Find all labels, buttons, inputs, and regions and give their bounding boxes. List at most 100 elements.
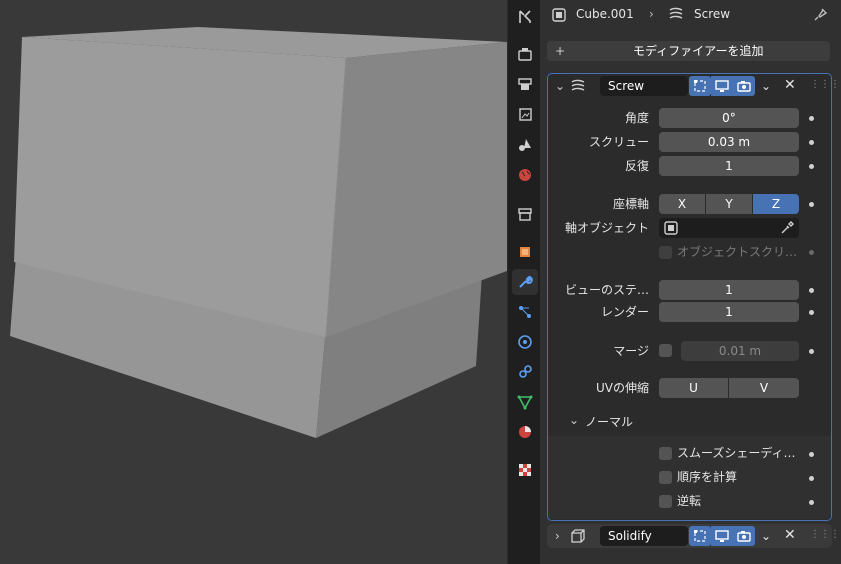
flip-label: 逆転 xyxy=(677,494,702,508)
3d-viewport[interactable] xyxy=(0,0,507,564)
tab-tool[interactable] xyxy=(512,4,538,30)
object-screw-label: オブジェクトスクリ… xyxy=(677,245,798,259)
keyframe-dot[interactable] xyxy=(809,116,814,121)
axis-z-button[interactable]: Z xyxy=(753,194,799,214)
axis-object-label: 軸オブジェクト xyxy=(564,221,649,235)
tab-collection[interactable] xyxy=(512,201,538,227)
render-steps-field[interactable]: 1 xyxy=(659,302,799,322)
material-icon xyxy=(519,426,531,438)
add-modifier-button[interactable]: + モディファイアーを追加 xyxy=(547,41,830,61)
mesh-data-icon xyxy=(517,395,533,410)
keyframe-dot[interactable] xyxy=(809,202,814,207)
collection-icon xyxy=(518,208,532,221)
dropdown-chevron-icon[interactable]: ⌄ xyxy=(761,528,771,544)
render-toggle[interactable] xyxy=(733,526,755,546)
plus-icon: + xyxy=(555,44,566,58)
keyframe-dot[interactable] xyxy=(809,288,814,293)
viewport-display-toggle[interactable] xyxy=(711,526,733,546)
merge-checkbox[interactable] xyxy=(659,344,672,357)
flip-checkbox[interactable] xyxy=(659,495,672,508)
object-name[interactable]: Cube.001 xyxy=(576,6,634,22)
output-icon xyxy=(518,78,532,90)
keyframe-dot[interactable] xyxy=(809,452,814,457)
texture-icon xyxy=(519,464,531,476)
tab-physics[interactable] xyxy=(512,329,538,355)
normals-subpanel-label[interactable]: ノーマル xyxy=(585,414,633,430)
iterations-label: 反復 xyxy=(624,159,649,173)
screw-modifier-icon xyxy=(669,7,683,19)
tab-scene[interactable] xyxy=(512,132,538,158)
normals-chevron-icon[interactable]: ⌄ xyxy=(569,412,579,428)
pin-icon[interactable] xyxy=(813,6,829,22)
dropdown-chevron-icon[interactable]: ⌄ xyxy=(761,78,771,94)
tab-output[interactable] xyxy=(512,71,538,97)
object-screw-checkbox[interactable] xyxy=(659,246,672,259)
viewport-steps-label: ビューのステ… xyxy=(564,283,649,297)
screw-label: スクリュー xyxy=(588,135,649,149)
properties-tab-bar xyxy=(508,0,540,564)
edit-mode-toggle[interactable] xyxy=(689,76,711,96)
screw-field[interactable]: 0.03 m xyxy=(659,132,799,152)
expand-chevron-icon[interactable]: › xyxy=(555,528,560,544)
angle-field[interactable]: 0° xyxy=(659,108,799,128)
axis-y-button[interactable]: Y xyxy=(706,194,752,214)
angle-label: 角度 xyxy=(624,111,649,125)
breadcrumb-separator-icon: › xyxy=(649,7,654,21)
iterations-field[interactable]: 1 xyxy=(659,156,799,176)
tab-object[interactable] xyxy=(512,239,538,265)
keyframe-dot[interactable] xyxy=(809,310,814,315)
merge-distance-field[interactable]: 0.01 m xyxy=(681,341,799,361)
screw-modifier-icon xyxy=(571,79,585,91)
keyframe-dot[interactable] xyxy=(809,250,814,255)
render-toggle[interactable] xyxy=(733,76,755,96)
uv-v-toggle[interactable]: V xyxy=(729,378,799,398)
axis-x-button[interactable]: X xyxy=(659,194,705,214)
tab-material[interactable] xyxy=(512,419,538,445)
tab-modifiers[interactable] xyxy=(512,269,538,295)
keyframe-dot[interactable] xyxy=(809,349,814,354)
tool-icon xyxy=(519,10,531,23)
constraints-icon xyxy=(519,365,532,378)
object-data-icon xyxy=(664,221,678,235)
edit-mode-toggle[interactable] xyxy=(689,526,711,546)
add-modifier-label: モディファイアーを追加 xyxy=(633,44,764,58)
smooth-shading-label: スムーズシェーディ… xyxy=(677,446,796,460)
viewport-steps-field[interactable]: 1 xyxy=(659,280,799,300)
tab-view-layer[interactable] xyxy=(512,102,538,128)
tab-texture[interactable] xyxy=(512,457,538,483)
keyframe-dot[interactable] xyxy=(809,140,814,145)
world-icon xyxy=(519,169,531,181)
object-icon xyxy=(520,247,530,257)
uv-u-toggle[interactable]: U xyxy=(659,378,728,398)
keyframe-dot[interactable] xyxy=(809,476,814,481)
screw-name-input[interactable]: Screw xyxy=(600,76,688,96)
tab-constraints[interactable] xyxy=(512,359,538,385)
tab-particles[interactable] xyxy=(512,299,538,325)
properties-header: Cube.001 › Screw xyxy=(540,0,841,30)
smooth-shading-checkbox[interactable] xyxy=(659,447,672,460)
properties-editor: Cube.001 › Screw + モディファイアーを追加 ⌄ Screw ⌄… xyxy=(540,0,841,564)
axis-object-field[interactable] xyxy=(659,218,799,238)
tab-data[interactable] xyxy=(512,389,538,415)
tab-render[interactable] xyxy=(512,41,538,67)
drag-handle-icon[interactable]: ⋮⋮⋮ xyxy=(810,77,840,93)
object-data-icon xyxy=(552,8,566,22)
calc-order-checkbox[interactable] xyxy=(659,471,672,484)
axis-label: 座標軸 xyxy=(612,197,649,211)
drag-handle-icon[interactable]: ⋮⋮⋮ xyxy=(810,527,840,543)
monitor-icon xyxy=(715,530,729,542)
modifier-name[interactable]: Screw xyxy=(694,6,730,22)
tab-world[interactable] xyxy=(512,162,538,188)
keyframe-dot[interactable] xyxy=(809,164,814,169)
close-icon[interactable]: ✕ xyxy=(784,77,796,93)
monitor-icon xyxy=(715,80,729,92)
collapse-chevron-icon[interactable]: ⌄ xyxy=(555,78,565,94)
eyedropper-icon[interactable] xyxy=(780,221,794,235)
viewport-display-toggle[interactable] xyxy=(711,76,733,96)
solidify-name-input[interactable]: Solidify xyxy=(600,526,688,546)
close-icon[interactable]: ✕ xyxy=(784,527,796,543)
keyframe-dot[interactable] xyxy=(809,500,814,505)
physics-icon xyxy=(518,335,532,349)
solidify-modifier-icon xyxy=(571,529,585,543)
screw-panel-header: ⌄ Screw ⌄ ✕ ⋮⋮⋮ xyxy=(548,74,840,98)
